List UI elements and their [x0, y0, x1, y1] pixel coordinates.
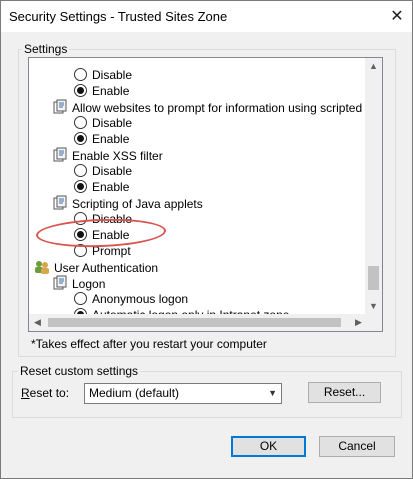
radio-option[interactable]: Enable — [74, 83, 129, 99]
option-label: Prompt — [92, 244, 131, 258]
scroll-up-icon[interactable]: ▲ — [365, 58, 382, 75]
option-label: Disable — [92, 164, 133, 178]
option-label: Anonymous logon — [92, 292, 189, 306]
option-label: Enable XSS filter — [72, 149, 163, 163]
option-label: Enable — [92, 132, 130, 146]
settings-list: Disable Enable Allow websites to prompt fo… — [29, 58, 367, 315]
close-button[interactable]: ✕ — [382, 1, 412, 32]
chevron-down-icon: ▼ — [268, 388, 277, 398]
window-title: Security Settings - Trusted Sites Zone — [9, 9, 228, 24]
reset-button-label: Reset... — [323, 385, 366, 399]
radio-option[interactable]: Enable — [74, 227, 129, 243]
reset-to-accesskey: R — [21, 386, 30, 400]
reset-level-value: Medium (default) — [89, 386, 180, 400]
radio-unchecked-icon[interactable] — [74, 292, 87, 305]
settings-category: Scripting of Java applets — [52, 195, 203, 211]
cancel-button-label: Cancel — [338, 439, 376, 453]
radio-option[interactable]: Disable — [74, 163, 132, 179]
scrollbar-corner — [365, 314, 382, 331]
radio-checked-icon[interactable] — [74, 180, 87, 193]
vertical-scroll-thumb[interactable] — [368, 266, 379, 290]
radio-option[interactable]: Anonymous logon — [74, 291, 188, 307]
option-label: Logon — [72, 277, 106, 291]
radio-checked-icon[interactable] — [74, 228, 87, 241]
option-label: Enable — [92, 180, 130, 194]
option-label: Scripting of Java applets — [72, 197, 203, 211]
radio-option[interactable]: Disable — [74, 67, 132, 83]
ok-button-label: OK — [259, 439, 278, 453]
horizontal-scrollbar[interactable]: ◀ ▶ — [29, 314, 367, 331]
option-label: User Authentication — [54, 261, 159, 275]
settings-category: Logon — [52, 275, 105, 291]
settings-page-icon — [52, 195, 68, 211]
reset-button[interactable]: Reset... — [308, 382, 381, 403]
users-icon — [34, 259, 50, 275]
settings-page-icon — [52, 147, 68, 163]
option-label: Disable — [92, 116, 133, 130]
reset-group-legend: Reset custom settings — [18, 364, 141, 378]
radio-checked-icon[interactable] — [74, 84, 87, 97]
option-label: Disable — [92, 212, 133, 226]
option-label: Disable — [92, 68, 133, 82]
radio-checked-icon[interactable] — [74, 132, 87, 145]
reset-to-label-text: eset to: — [29, 386, 70, 400]
radio-unchecked-icon[interactable] — [74, 164, 87, 177]
option-label: Enable — [92, 84, 130, 98]
radio-unchecked-icon[interactable] — [74, 244, 87, 257]
radio-option[interactable]: Prompt — [74, 243, 131, 259]
settings-group-legend: Settings — [22, 42, 70, 56]
security-settings-dialog: Security Settings - Trusted Sites Zone ✕… — [0, 0, 413, 479]
settings-category: Enable XSS filter — [52, 147, 163, 163]
radio-unchecked-icon[interactable] — [74, 116, 87, 129]
settings-page-icon — [52, 275, 68, 291]
radio-unchecked-icon[interactable] — [74, 212, 87, 225]
radio-option[interactable]: Enable — [74, 131, 129, 147]
option-label: Enable — [92, 228, 130, 242]
settings-page-icon — [52, 99, 68, 115]
settings-listbox[interactable]: Disable Enable Allow websites to prompt fo… — [28, 57, 383, 332]
cancel-button[interactable]: Cancel — [319, 436, 395, 457]
reset-to-label: Reset to: — [21, 386, 69, 400]
vertical-scrollbar[interactable]: ▲ ▼ — [365, 58, 382, 315]
radio-option[interactable]: Disable — [74, 115, 132, 131]
reset-level-dropdown[interactable]: Medium (default) ▼ — [84, 383, 282, 404]
scroll-down-icon[interactable]: ▼ — [365, 298, 382, 315]
radio-unchecked-icon[interactable] — [74, 68, 87, 81]
scroll-left-icon[interactable]: ◀ — [29, 314, 46, 331]
radio-option[interactable]: Disable — [74, 211, 132, 227]
title-bar: Security Settings - Trusted Sites Zone ✕ — [1, 1, 412, 32]
settings-top-category: User Authentication — [34, 259, 158, 275]
option-label: Allow websites to prompt for information… — [72, 101, 367, 115]
ok-button[interactable]: OK — [231, 436, 306, 457]
horizontal-scroll-thumb[interactable] — [48, 318, 341, 327]
radio-option[interactable]: Enable — [74, 179, 129, 195]
settings-category: Allow websites to prompt for information… — [52, 99, 367, 115]
restart-note: *Takes effect after you restart your com… — [31, 337, 267, 351]
